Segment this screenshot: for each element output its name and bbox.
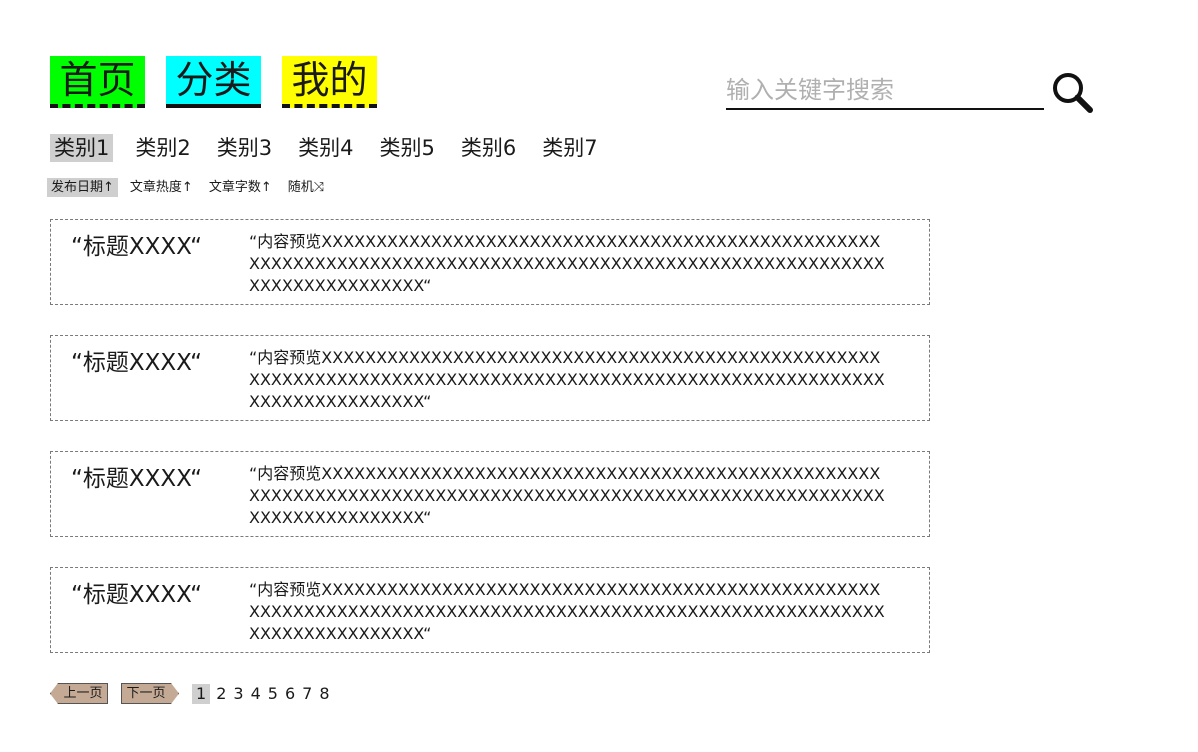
article-card[interactable]: “标题XXXX“ “内容预览XXXXXXXXXXXXXXXXXXXXXXXXXXX…	[50, 451, 930, 537]
page-numbers: 12345678	[192, 683, 331, 704]
sort-bar: 发布日期↑ 文章热度↑ 文章字数↑ 随机⤨	[47, 178, 328, 197]
search-icon[interactable]	[1050, 70, 1096, 116]
article-preview: “内容预览XXXXXXXXXXXXXXXXXXXXXXXXXXXXXXXXXXX…	[249, 232, 885, 295]
page-number-7[interactable]: 7	[301, 684, 313, 704]
sort-by-wordcount-button[interactable]: 文章字数↑	[205, 178, 276, 197]
article-title[interactable]: “标题XXXX“	[71, 232, 202, 262]
page-number-3[interactable]: 3	[232, 684, 244, 704]
nav-mine-tab[interactable]: 我的	[282, 56, 377, 108]
category-bar: 类别1 类别2 类别3 类别4 类别5 类别6 类别7	[50, 134, 602, 162]
article-title[interactable]: “标题XXXX“	[71, 464, 202, 494]
article-title[interactable]: “标题XXXX“	[71, 348, 202, 378]
pagination: 上一页 下一页 12345678	[50, 683, 331, 704]
next-page-button[interactable]: 下一页	[121, 683, 179, 704]
article-preview: “内容预览XXXXXXXXXXXXXXXXXXXXXXXXXXXXXXXXXXX…	[249, 580, 885, 643]
article-card[interactable]: “标题XXXX“ “内容预览XXXXXXXXXXXXXXXXXXXXXXXXXXX…	[50, 567, 930, 653]
prev-page-button[interactable]: 上一页	[50, 683, 108, 704]
page-number-6[interactable]: 6	[284, 684, 296, 704]
category-item-7[interactable]: 类别7	[538, 134, 601, 162]
article-list: “标题XXXX“ “内容预览XXXXXXXXXXXXXXXXXXXXXXXXXXX…	[50, 219, 930, 683]
category-item-3[interactable]: 类别3	[213, 134, 276, 162]
category-item-5[interactable]: 类别5	[376, 134, 439, 162]
page-number-8[interactable]: 8	[318, 684, 330, 704]
article-title[interactable]: “标题XXXX“	[71, 580, 202, 610]
page-number-5[interactable]: 5	[267, 684, 279, 704]
top-nav: 首页 分类 我的	[50, 56, 377, 108]
article-preview: “内容预览XXXXXXXXXXXXXXXXXXXXXXXXXXXXXXXXXXX…	[249, 348, 885, 411]
nav-home-tab[interactable]: 首页	[50, 56, 145, 108]
search-box	[726, 72, 1044, 110]
category-item-1[interactable]: 类别1	[50, 134, 114, 162]
category-item-6[interactable]: 类别6	[457, 134, 520, 162]
category-item-2[interactable]: 类别2	[131, 134, 194, 162]
nav-category-tab[interactable]: 分类	[166, 56, 261, 108]
category-item-4[interactable]: 类别4	[294, 134, 357, 162]
sort-by-popularity-button[interactable]: 文章热度↑	[126, 178, 197, 197]
article-card[interactable]: “标题XXXX“ “内容预览XXXXXXXXXXXXXXXXXXXXXXXXXXX…	[50, 219, 930, 305]
page-number-1[interactable]: 1	[192, 683, 211, 704]
search-input[interactable]	[726, 72, 1044, 108]
article-card[interactable]: “标题XXXX“ “内容预览XXXXXXXXXXXXXXXXXXXXXXXXXXX…	[50, 335, 930, 421]
sort-by-date-button[interactable]: 发布日期↑	[47, 178, 118, 197]
page-number-4[interactable]: 4	[250, 684, 262, 704]
page-number-2[interactable]: 2	[215, 684, 227, 704]
sort-random-button[interactable]: 随机⤨	[284, 178, 328, 197]
article-preview: “内容预览XXXXXXXXXXXXXXXXXXXXXXXXXXXXXXXXXXX…	[249, 464, 885, 527]
